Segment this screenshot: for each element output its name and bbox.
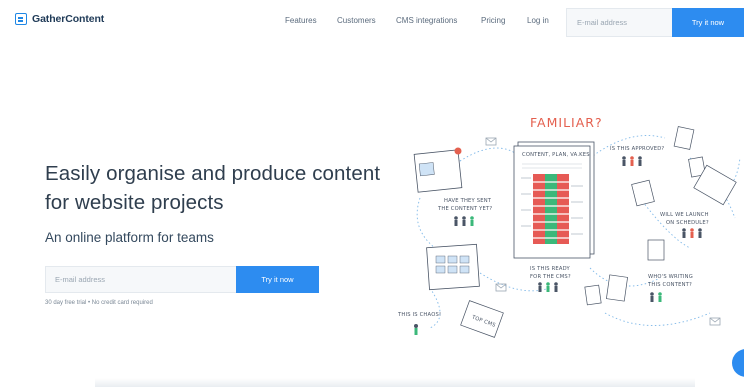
nav-link-customers[interactable]: Customers xyxy=(337,16,376,25)
browser-window-sketch xyxy=(413,147,463,193)
brand-name: GatherContent xyxy=(32,13,105,25)
hero-title: Easily organise and produce content for … xyxy=(45,162,381,214)
note-ready-2: FOR THE CMS? xyxy=(530,274,571,280)
hero-subtitle: An online platform for teams xyxy=(45,230,214,245)
gallery-window-sketch xyxy=(426,243,480,291)
people-icon-5 xyxy=(650,292,662,302)
familiar-headline: FAMILIAR? xyxy=(530,115,603,130)
note-launch-1: WILL WE LAUNCH xyxy=(660,212,709,218)
note-sent-2: THE CONTENT YET? xyxy=(437,206,492,212)
people-icon-2 xyxy=(622,156,642,166)
nav-link-cms-integrations[interactable]: CMS integrations xyxy=(396,16,457,25)
people-icon-4 xyxy=(538,282,558,292)
hero-try-it-now-button[interactable]: Try it now xyxy=(236,266,319,293)
note-approved: IS THIS APPROVED? xyxy=(610,146,664,152)
small-docs-sketch xyxy=(631,126,737,207)
content-plan-document: CONTENT, PLAN, VA.KES xyxy=(513,141,595,259)
bottom-shadow-divider xyxy=(95,378,695,387)
people-icon-1 xyxy=(454,216,474,226)
hero-email-input[interactable] xyxy=(45,266,237,293)
doc-title: CONTENT, PLAN, VA.KES xyxy=(522,152,590,158)
trial-note: 30 day free trial • No credit card requi… xyxy=(45,300,153,306)
nav-try-it-now-button[interactable]: Try it now xyxy=(672,8,744,37)
note-chaos: THIS IS CHAOS! xyxy=(397,312,441,318)
cms-card-sketch: TOP CMS xyxy=(460,300,504,338)
gathercontent-logo-icon xyxy=(15,13,27,25)
note-writing-1: WHO'S WRITING xyxy=(648,274,693,280)
top-navbar: GatherContent Features Customers CMS int… xyxy=(0,0,744,44)
familiar-chaos-illustration: FAMILIAR? CONTENT, PLAN, VA.KES HAVE THE… xyxy=(397,115,741,338)
note-writing-2: THIS CONTENT? xyxy=(647,282,692,288)
note-ready-1: IS THIS READY xyxy=(530,266,571,272)
nav-link-login[interactable]: Log in xyxy=(527,16,549,25)
nav-link-pricing[interactable]: Pricing xyxy=(481,16,505,25)
nav-email-input[interactable] xyxy=(566,8,673,37)
brand-logo[interactable]: GatherContent xyxy=(15,13,104,25)
nav-link-features[interactable]: Features xyxy=(285,16,317,25)
note-launch-2: ON SCHEDULE? xyxy=(666,220,709,226)
people-icon-3 xyxy=(682,228,702,238)
note-sent-1: HAVE THEY SENT xyxy=(444,198,492,204)
person-icon-chaos xyxy=(414,324,418,335)
